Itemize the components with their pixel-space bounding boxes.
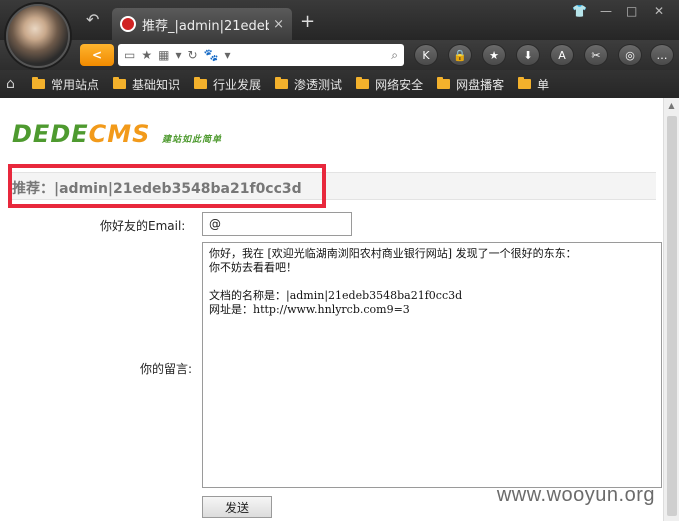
scroll-thumb[interactable]: [667, 116, 677, 516]
a-button[interactable]: A: [550, 44, 574, 66]
search-icon[interactable]: ⌕: [391, 48, 398, 63]
favorite-star-icon[interactable]: ★: [141, 48, 152, 62]
folder-icon: [32, 77, 45, 89]
dropdown-icon[interactable]: ▾: [175, 48, 181, 62]
folder-icon: [275, 77, 289, 89]
more-button[interactable]: …: [650, 44, 674, 66]
bookmark-item[interactable]: 行业发展: [194, 76, 261, 93]
bookmark-item[interactable]: 基础知识: [113, 76, 180, 93]
bookmark-item[interactable]: 常用站点: [32, 76, 99, 93]
home-icon[interactable]: ⌂: [6, 76, 32, 92]
address-bar[interactable]: ▭ ★ ▦ ▾ ↻ 🐾 ▾ ⌕: [118, 44, 404, 66]
logo-slogan: 建站如此简单: [162, 135, 223, 145]
dedecms-logo[interactable]: DEDECMS 建站如此简单: [12, 120, 221, 148]
browser-navbar: < ▭ ★ ▦ ▾ ↻ 🐾 ▾ ⌕ K 🔒 ★ ⬇ A ✂ ◎ …: [0, 40, 679, 70]
user-avatar[interactable]: [6, 4, 70, 68]
folder-icon: [113, 77, 127, 89]
email-label: 你好友的Email:: [100, 219, 186, 233]
download-button[interactable]: ⬇: [516, 44, 540, 66]
site-favicon-icon: [120, 16, 136, 32]
email-field[interactable]: [202, 212, 352, 236]
bookmark-item[interactable]: 网络安全: [356, 76, 423, 93]
folder-icon: [356, 77, 370, 89]
message-label: 你的留言:: [140, 362, 193, 376]
wifi-button[interactable]: ◎: [618, 44, 642, 66]
page-icon: ▭: [124, 48, 136, 62]
highlight-box: [8, 164, 326, 208]
bookmark-item[interactable]: 单: [518, 76, 549, 93]
dropdown-icon[interactable]: ▾: [225, 48, 231, 62]
scroll-up-icon[interactable]: ▲: [664, 98, 679, 114]
tab-title: 推荐_|admin|21edeb: [142, 18, 270, 34]
lock-button[interactable]: 🔒: [448, 44, 472, 66]
search-engine-icon[interactable]: 🐾: [204, 48, 219, 62]
folder-icon: [518, 77, 532, 89]
vertical-scrollbar[interactable]: ▲: [663, 98, 679, 521]
bookmark-item[interactable]: 网盘播客: [437, 76, 504, 93]
bookmark-item[interactable]: 渗透测试: [275, 76, 342, 93]
close-tab-icon[interactable]: ×: [273, 17, 284, 32]
browser-tab[interactable]: 推荐_|admin|21edeb ×: [112, 8, 292, 40]
back-button[interactable]: <: [80, 44, 114, 66]
maximize-icon[interactable]: □: [626, 4, 637, 18]
folder-icon: [437, 77, 451, 89]
qrcode-icon[interactable]: ▦: [158, 48, 169, 62]
close-window-icon[interactable]: ✕: [654, 4, 664, 18]
undo-icon[interactable]: ↶: [86, 10, 99, 29]
bookmarks-bar: ⌂ 常用站点 基础知识 行业发展 渗透测试 网络安全 网盘播客 单: [0, 70, 679, 98]
k-button[interactable]: K: [414, 44, 438, 66]
reload-icon[interactable]: ↻: [187, 48, 197, 62]
star-button[interactable]: ★: [482, 44, 506, 66]
page-content: DEDECMS 建站如此简单 推荐：|admin|21edeb3548ba21f…: [0, 98, 663, 521]
send-button[interactable]: 发送: [202, 496, 272, 518]
new-tab-icon[interactable]: +: [300, 11, 315, 32]
folder-icon: [194, 77, 208, 89]
browser-tabbar: ↶ 推荐_|admin|21edeb × + 👕 — □ ✕: [0, 0, 679, 40]
watermark: www.wooyun.org: [496, 484, 655, 506]
minimize-icon[interactable]: —: [600, 4, 612, 18]
screenshot-button[interactable]: ✂: [584, 44, 608, 66]
skin-icon[interactable]: 👕: [572, 4, 587, 18]
message-textarea[interactable]: 你好，我在 [欢迎光临湖南浏阳农村商业银行网站] 发现了一个很好的东东： 你不妨…: [202, 242, 662, 488]
